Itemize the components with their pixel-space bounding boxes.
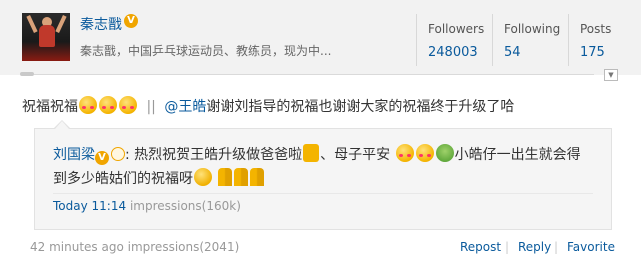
followers-label: Followers bbox=[428, 22, 485, 36]
divider bbox=[53, 193, 593, 194]
thumbs-up-emoji-icon bbox=[303, 144, 320, 162]
repost-caret-fill bbox=[55, 121, 69, 129]
post-separator: || bbox=[146, 99, 156, 115]
posts-label: Posts bbox=[580, 22, 612, 36]
blush-emoji-icon bbox=[79, 96, 97, 114]
following-stat[interactable]: Following 54 bbox=[504, 22, 560, 60]
divider: | bbox=[554, 240, 559, 254]
blush-emoji-icon bbox=[395, 144, 414, 162]
divider bbox=[568, 14, 569, 66]
mention-link[interactable]: @王皓 bbox=[164, 99, 206, 115]
post-text-end: 谢谢刘指导的祝福也谢谢大家的祝福终于升级了哈 bbox=[206, 99, 515, 115]
repost-text: 刘国梁 V: 热烈祝贺王皓升级做爸爸啦 、母子平安 小皓仔一出生就会得到多少皓姑们的… bbox=[53, 143, 593, 191]
praying-hands-emoji-icon bbox=[250, 168, 265, 186]
blush-emoji-icon bbox=[99, 96, 117, 114]
posts-count[interactable]: 175 bbox=[580, 45, 611, 60]
verified-badge-icon: V bbox=[124, 14, 138, 28]
praying-hands-emoji-icon bbox=[234, 168, 249, 186]
repost-box: 刘国梁 V: 热烈祝贺王皓升级做爸爸啦 、母子平安 小皓仔一出生就会得到多少皓姑们的… bbox=[34, 128, 612, 230]
post-time[interactable]: 42 minutes ago bbox=[30, 240, 124, 254]
repost-text-2: 、母子平安 bbox=[320, 147, 391, 163]
post-impressions: impressions(2041) bbox=[127, 240, 240, 254]
scrollbar[interactable]: ▼ bbox=[0, 69, 641, 81]
blush-emoji-icon bbox=[415, 144, 434, 162]
avatar[interactable] bbox=[22, 13, 70, 61]
post-meta: 42 minutes ago impressions(2041) bbox=[30, 240, 239, 254]
divider bbox=[492, 14, 493, 66]
praying-hands-emoji-icon bbox=[218, 168, 233, 186]
scroll-track bbox=[34, 74, 594, 75]
thinking-emoji-icon bbox=[194, 168, 212, 186]
repost-author[interactable]: 刘国梁 bbox=[53, 147, 95, 163]
followers-count[interactable]: 248003 bbox=[428, 45, 484, 60]
profile-bio: 秦志戬，中国乒乓球运动员、教练员，现为中... bbox=[80, 44, 332, 58]
repost-button[interactable]: Repost bbox=[460, 240, 501, 254]
chevron-down-icon[interactable]: ▼ bbox=[604, 69, 618, 81]
verified-badge-icon: V bbox=[95, 151, 109, 165]
followers-stat[interactable]: Followers 248003 bbox=[428, 22, 484, 60]
favorite-button[interactable]: Favorite bbox=[567, 240, 615, 254]
baby-emoji-icon bbox=[435, 144, 454, 162]
reply-button[interactable]: Reply bbox=[518, 240, 551, 254]
repost-impressions: impressions(160k) bbox=[129, 199, 241, 213]
member-badge-icon bbox=[111, 147, 125, 161]
repost-meta: Today 11:14 impressions(160k) bbox=[53, 199, 241, 213]
profile-name[interactable]: 秦志戬 bbox=[80, 14, 122, 34]
divider bbox=[416, 14, 417, 66]
following-label: Following bbox=[504, 22, 561, 36]
following-count[interactable]: 54 bbox=[504, 45, 560, 60]
divider: | bbox=[505, 240, 510, 254]
repost-text-1: : 热烈祝贺王皓升级做爸爸啦 bbox=[125, 147, 303, 163]
scroll-thumb[interactable] bbox=[20, 72, 34, 76]
blush-emoji-icon bbox=[119, 96, 137, 114]
post-text: 祝福祝福 || @王皓谢谢刘指导的祝福也谢谢大家的祝福终于升级了哈 bbox=[22, 96, 514, 116]
repost-time[interactable]: Today 11:14 bbox=[53, 199, 126, 213]
posts-stat[interactable]: Posts 175 bbox=[580, 22, 611, 60]
profile-header: 秦志戬 V 秦志戬，中国乒乓球运动员、教练员，现为中... Followers … bbox=[0, 0, 641, 75]
post-text-start: 祝福祝福 bbox=[22, 99, 78, 115]
